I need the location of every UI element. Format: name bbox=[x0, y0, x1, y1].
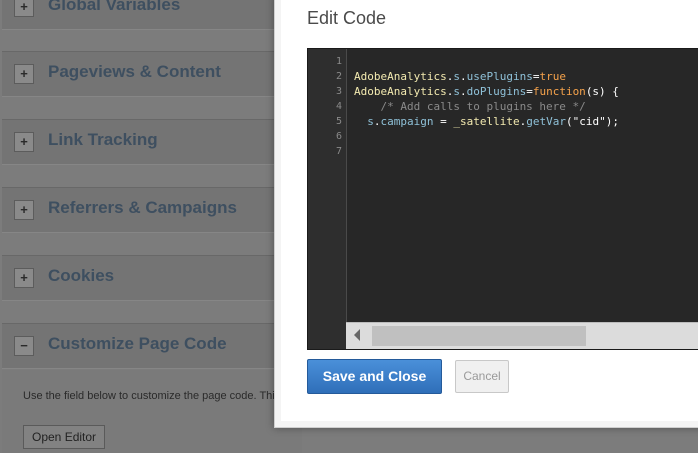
section-title[interactable]: Referrers & Campaigns bbox=[48, 198, 237, 218]
code-token: getVar bbox=[526, 115, 566, 128]
line-number: 7 bbox=[335, 146, 342, 157]
line-number: 5 bbox=[335, 116, 342, 127]
code-token: campaign bbox=[380, 115, 434, 128]
scroll-left-icon[interactable] bbox=[354, 329, 360, 341]
expand-icon[interactable]: + bbox=[14, 268, 34, 288]
code-token: doPlugins bbox=[466, 85, 527, 98]
code-token: s bbox=[367, 115, 374, 128]
expand-icon[interactable]: + bbox=[14, 132, 34, 152]
expand-icon[interactable]: + bbox=[14, 200, 34, 220]
section-cookies[interactable]: + Cookies bbox=[2, 255, 302, 301]
code-editor[interactable]: 1 2 3 4 5 6 7 AdobeAnalytics.s.usePlugin… bbox=[307, 48, 698, 350]
section-title[interactable]: Customize Page Code bbox=[48, 334, 227, 354]
line-number: 4 bbox=[335, 101, 342, 112]
code-token: s bbox=[453, 70, 460, 83]
code-token: AdobeAnalytics bbox=[354, 70, 447, 83]
edit-code-dialog: Edit Code 1 2 3 4 5 6 7 AdobeAnalytics.s… bbox=[274, 0, 698, 428]
expand-icon[interactable]: + bbox=[14, 64, 34, 84]
code-line-5[interactable]: s.campaign = _satellite.getVar("cid"); bbox=[354, 114, 698, 129]
code-line-7[interactable] bbox=[354, 144, 698, 159]
save-and-close-button[interactable]: Save and Close bbox=[307, 359, 442, 394]
customize-description: Use the field below to customize the pag… bbox=[23, 390, 281, 402]
line-number: 2 bbox=[335, 71, 342, 82]
code-line-2[interactable]: AdobeAnalytics.s.usePlugins=true bbox=[354, 69, 698, 84]
open-editor-button[interactable]: Open Editor bbox=[23, 425, 106, 449]
customize-page-code-body: Use the field below to customize the pag… bbox=[2, 370, 302, 453]
dialog-content: Edit Code 1 2 3 4 5 6 7 AdobeAnalytics.s… bbox=[281, 0, 698, 421]
code-token: _satellite bbox=[453, 115, 520, 128]
section-link-tracking[interactable]: + Link Tracking bbox=[2, 119, 302, 165]
code-line-4[interactable]: /* Add calls to plugins here */ bbox=[354, 99, 698, 114]
section-pageviews-content[interactable]: + Pageviews & Content bbox=[2, 51, 302, 97]
section-referrers-campaigns[interactable]: + Referrers & Campaigns bbox=[2, 187, 302, 233]
section-title[interactable]: Cookies bbox=[48, 266, 114, 286]
code-token: . bbox=[459, 85, 467, 98]
code-token: (s) { bbox=[585, 85, 619, 98]
line-number: 3 bbox=[335, 86, 342, 97]
section-customize-page-code[interactable]: − Customize Page Code bbox=[2, 323, 302, 369]
code-token: true bbox=[539, 70, 566, 83]
section-title[interactable]: Link Tracking bbox=[48, 130, 158, 150]
code-line-3[interactable]: AdobeAnalytics.s.doPlugins=function(s) { bbox=[354, 84, 698, 99]
code-token: = bbox=[526, 85, 533, 98]
section-title[interactable]: Pageviews & Content bbox=[48, 62, 221, 82]
code-token: s bbox=[453, 85, 460, 98]
code-line-1[interactable] bbox=[354, 54, 698, 69]
cancel-button[interactable]: Cancel bbox=[455, 360, 509, 393]
dialog-title: Edit Code bbox=[307, 8, 387, 28]
section-global-variables[interactable]: + Global Variables bbox=[2, 0, 302, 30]
code-token: . bbox=[373, 115, 381, 128]
code-token: . bbox=[459, 70, 467, 83]
line-number-gutter: 1 2 3 4 5 6 7 bbox=[308, 49, 347, 349]
line-number: 6 bbox=[335, 131, 342, 142]
code-token: function bbox=[532, 85, 586, 98]
scrollbar-thumb[interactable] bbox=[372, 326, 586, 346]
expand-icon[interactable]: + bbox=[14, 0, 34, 17]
line-number: 1 bbox=[335, 56, 342, 67]
code-comment: /* Add calls to plugins here */ bbox=[354, 100, 586, 113]
code-token: = bbox=[433, 115, 454, 128]
collapse-icon[interactable]: − bbox=[14, 336, 34, 356]
section-title[interactable]: Global Variables bbox=[48, 0, 180, 15]
code-line-6[interactable] bbox=[354, 129, 698, 144]
horizontal-scrollbar[interactable] bbox=[346, 322, 698, 349]
code-token: ("cid"); bbox=[565, 115, 619, 128]
code-token: AdobeAnalytics bbox=[354, 85, 447, 98]
code-token: usePlugins bbox=[466, 70, 533, 83]
code-text-area[interactable]: AdobeAnalytics.s.usePlugins=true AdobeAn… bbox=[354, 49, 698, 159]
